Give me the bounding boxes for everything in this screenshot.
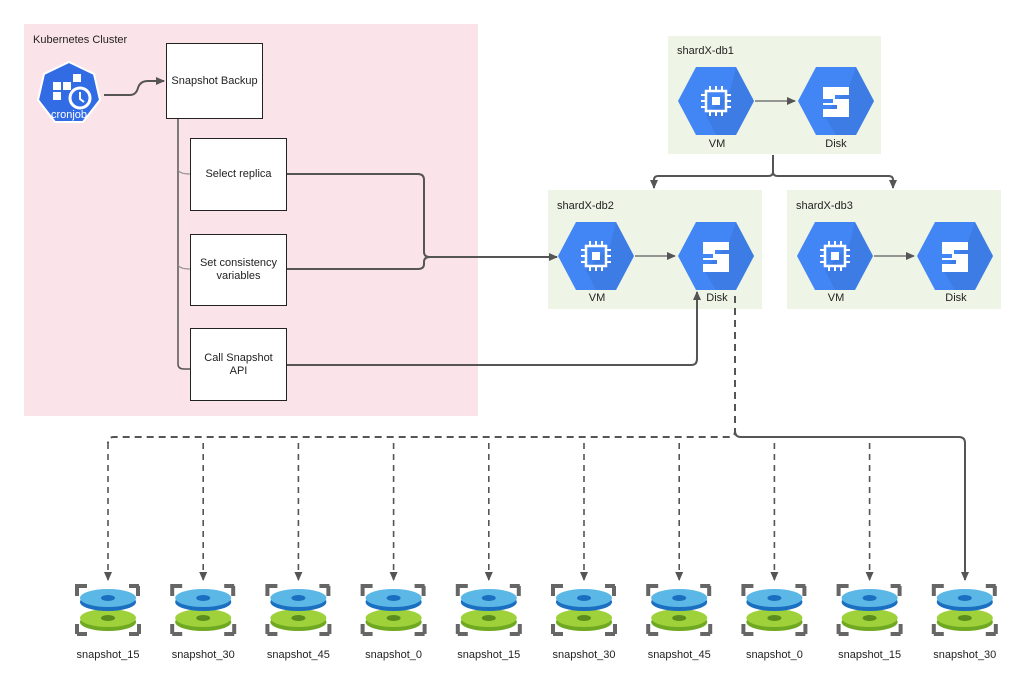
snapshot-disk-icon[interactable] <box>741 584 808 636</box>
snapshot-label: snapshot_15 <box>457 649 521 661</box>
snapshot-label: snapshot_45 <box>266 649 330 661</box>
snapshot-disk-icon[interactable] <box>836 584 903 636</box>
snapshot-disk-icon[interactable] <box>551 584 617 636</box>
db1-to-db3-connector <box>772 171 897 189</box>
disk-icon <box>678 222 754 290</box>
disk-icon <box>798 67 874 135</box>
snapshot-label: snapshot_30 <box>171 649 235 661</box>
snapshot-label: snapshot_30 <box>552 649 616 661</box>
snapshot-label: snapshot_45 <box>647 649 711 661</box>
snapshot-label: snapshot_30 <box>933 649 997 661</box>
vm-icon <box>795 220 875 292</box>
snapshot-label: snapshot_15 <box>838 649 902 661</box>
disk-icon <box>917 222 993 290</box>
disk-to-snapshots-dashed-connector <box>107 296 736 444</box>
diagram-connectors <box>75 65 998 636</box>
snapshot-disk-icon[interactable] <box>455 584 522 636</box>
disk-to-latest-snapshot-connector <box>734 430 969 581</box>
snapshot-disk-icon[interactable] <box>75 584 141 636</box>
snapshot-label: snapshot_0 <box>365 649 423 661</box>
snapshot-disk-icon[interactable] <box>931 584 998 636</box>
cronjob-to-backup-connector <box>104 77 165 96</box>
vm-icon <box>676 65 756 137</box>
snapshot-disk-icon[interactable] <box>646 584 713 636</box>
snapshot-label: snapshot_0 <box>745 649 803 661</box>
snapshot-disk-icon[interactable] <box>170 584 237 636</box>
api-to-disk-connector <box>287 291 701 366</box>
backup-to-steps-connector <box>177 119 190 370</box>
snapshot-label: snapshot_15 <box>76 649 140 661</box>
steps-merge-connector <box>287 173 431 270</box>
vm-icon <box>556 220 636 292</box>
snapshot-disk-icon[interactable] <box>265 584 332 636</box>
db1-to-db2-connector <box>650 155 774 189</box>
snapshot-disk-icon[interactable] <box>360 584 427 636</box>
